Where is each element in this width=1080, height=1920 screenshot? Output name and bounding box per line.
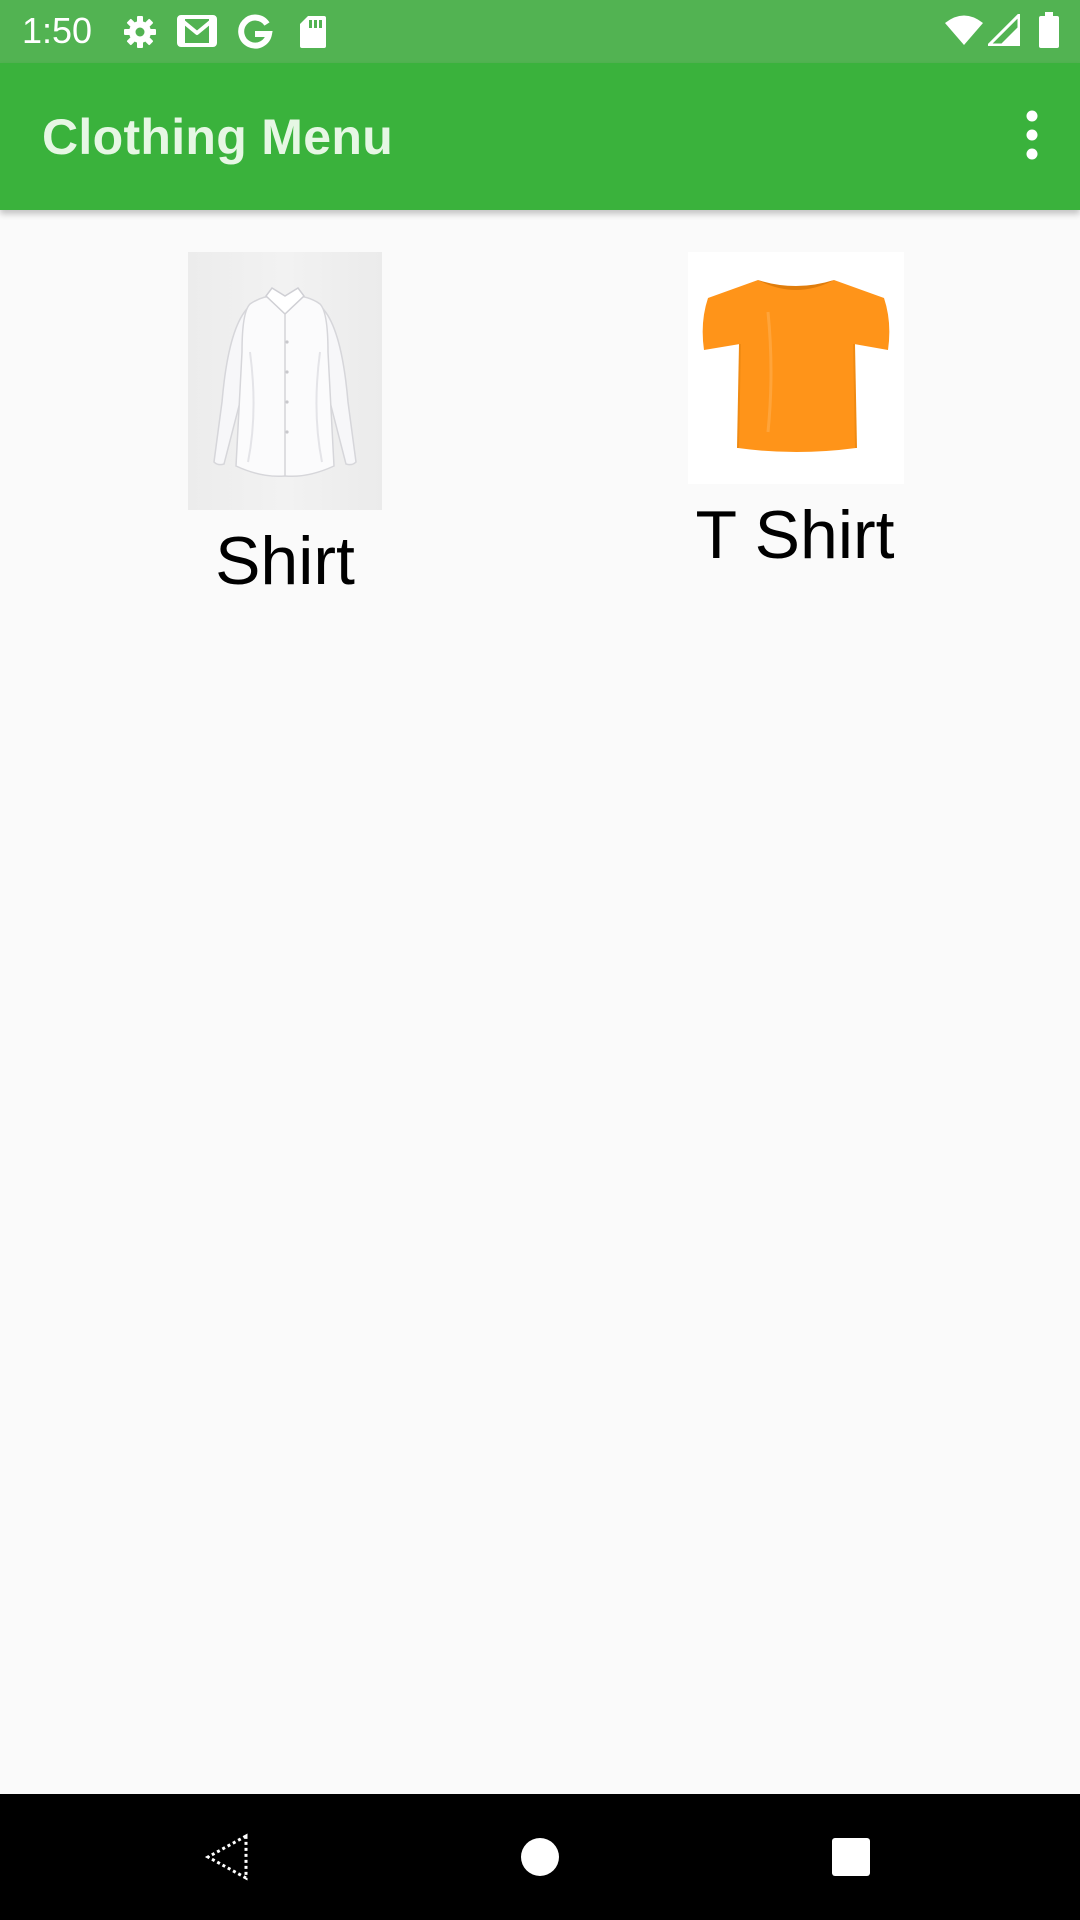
back-icon — [204, 1833, 248, 1881]
orange-tshirt-image — [688, 252, 904, 484]
recents-icon — [832, 1838, 870, 1876]
status-bar: 1:50 — [0, 0, 1080, 63]
clothing-item-label: T Shirt — [695, 497, 895, 573]
system-nav-bar — [0, 1794, 1080, 1920]
settings-icon — [124, 16, 156, 48]
sd-card-icon — [300, 16, 326, 48]
battery-icon — [1039, 12, 1059, 48]
gmail-icon — [177, 15, 217, 47]
overflow-menu-button[interactable] — [1002, 99, 1062, 175]
google-icon — [238, 14, 273, 49]
home-icon — [521, 1838, 559, 1876]
recents-button[interactable] — [808, 1814, 894, 1900]
clothing-item-tshirt[interactable]: T Shirt — [680, 252, 910, 792]
cell-signal-icon — [988, 14, 1020, 46]
home-button[interactable] — [497, 1814, 583, 1900]
more-vert-icon — [1026, 110, 1038, 160]
clothing-item-label: Shirt — [215, 523, 355, 599]
app-bar: Clothing Menu — [0, 63, 1080, 210]
white-shirt-image — [188, 252, 382, 510]
status-time: 1:50 — [22, 10, 93, 51]
clothing-grid: Shirt T Shirt — [0, 210, 1080, 1794]
back-button[interactable] — [184, 1814, 270, 1900]
app-title: Clothing Menu — [42, 109, 394, 165]
clothing-item-shirt[interactable]: Shirt — [160, 252, 410, 812]
wifi-icon — [945, 15, 983, 45]
